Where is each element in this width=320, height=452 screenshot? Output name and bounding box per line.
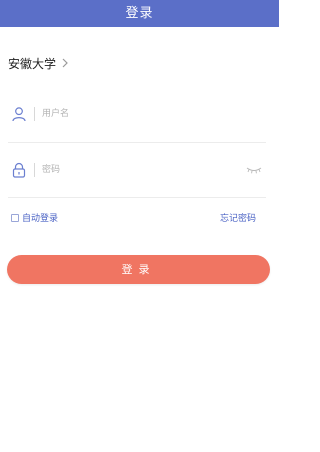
username-underline (8, 142, 266, 143)
password-input[interactable] (42, 160, 246, 180)
eye-closed-icon[interactable] (246, 165, 262, 175)
user-icon (10, 105, 28, 123)
header-bar: 登录 (0, 0, 279, 27)
field-divider (34, 107, 35, 121)
auto-login-checkbox[interactable]: 自动登录 (11, 211, 58, 224)
password-row (8, 155, 266, 185)
forgot-password-link[interactable]: 忘记密码 (220, 211, 256, 224)
password-underline (8, 197, 266, 198)
login-button[interactable]: 登录 (7, 255, 270, 284)
page-title: 登录 (125, 6, 154, 21)
field-divider (34, 163, 35, 177)
auto-login-label: 自动登录 (22, 214, 59, 224)
checkbox-box[interactable] (11, 213, 19, 222)
school-selector[interactable]: 安徽大学 (8, 54, 70, 72)
school-name: 安徽大学 (8, 56, 57, 71)
chevron-right-icon (60, 57, 70, 69)
username-input[interactable] (42, 104, 266, 124)
username-row (8, 99, 266, 129)
lock-icon (10, 161, 28, 179)
